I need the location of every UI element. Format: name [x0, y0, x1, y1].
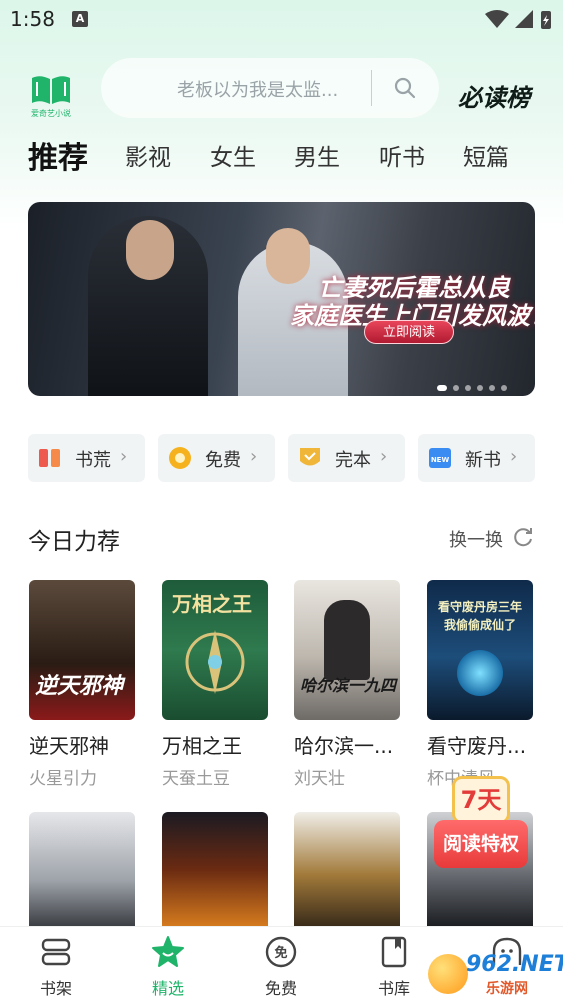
complete-shield-icon [298, 446, 322, 470]
book-author: 火星引力 [29, 769, 97, 789]
nav-label: 精选 [151, 979, 184, 998]
category-tabs: 推荐 影视 女生 男生 听书 短篇 [0, 130, 563, 177]
banner-figure-man-head [126, 220, 174, 280]
chevron-right-icon: › [120, 446, 128, 467]
nav-featured[interactable]: 精选 [118, 927, 218, 1002]
category-label: 新书 [465, 450, 501, 471]
tab-audiobook[interactable]: 听书 [379, 138, 425, 172]
search-icon[interactable] [393, 76, 417, 104]
wifi-icon [485, 10, 509, 28]
svg-text:NEW: NEW [431, 456, 450, 464]
refresh-icon[interactable] [512, 526, 534, 552]
book-cover[interactable] [294, 812, 400, 926]
promo-days: 7天 [452, 776, 510, 824]
cover-emblem-icon [185, 630, 245, 694]
featured-star-icon [151, 935, 185, 969]
chevron-right-icon: › [250, 446, 258, 467]
watermark-text: 962.NET [466, 952, 563, 977]
cover-title: 哈尔滨一九四 [300, 676, 397, 695]
free-badge-icon: 免 [264, 935, 298, 969]
nav-bookshelf[interactable]: 书架 [6, 927, 106, 1002]
cover-title: 逆天邪神 [35, 674, 124, 699]
book-cover[interactable]: 哈尔滨一九四 [294, 580, 400, 720]
refresh-button[interactable]: 换一换 [449, 526, 503, 552]
category-book-shortage[interactable]: 书荒 › [28, 434, 145, 482]
watermark-logo-icon [428, 954, 468, 994]
tab-recommend[interactable]: 推荐 [28, 133, 88, 177]
promo-label: 阅读特权 [434, 820, 528, 868]
bookshelf-icon [39, 935, 73, 969]
category-label: 完本 [335, 450, 371, 471]
book-title[interactable]: 哈尔滨一... [294, 730, 424, 759]
section-title: 今日力荐 [28, 529, 120, 555]
book-author: 刘天壮 [294, 769, 345, 789]
book-title[interactable]: 看守废丹... [427, 730, 557, 759]
nav-label: 书架 [39, 979, 72, 998]
search-placeholder[interactable]: 老板以为我是太监... [177, 76, 338, 102]
category-complete[interactable]: 完本 › [288, 434, 405, 482]
carousel-dot[interactable] [453, 385, 459, 391]
nav-label: 免费 [264, 979, 297, 998]
search-bar[interactable]: 老板以为我是太监... [101, 58, 439, 118]
carousel-dots[interactable] [431, 376, 507, 391]
battery-icon [541, 11, 551, 29]
carousel-dot[interactable] [465, 385, 471, 391]
coin-icon [168, 446, 192, 470]
reading-privilege-promo[interactable]: 7天 阅读特权 [434, 776, 528, 872]
app-logo[interactable]: 爱奇艺小说 [26, 72, 76, 122]
book-title[interactable]: 万相之王 [162, 730, 292, 759]
carousel-dot[interactable] [489, 385, 495, 391]
chevron-right-icon: › [510, 446, 518, 467]
open-book-icon [32, 76, 70, 104]
chevron-right-icon: › [380, 446, 388, 467]
cover-figure [324, 600, 370, 680]
book-cover[interactable] [162, 812, 268, 926]
book-cover[interactable]: 逆天邪神 [29, 580, 135, 720]
book-cover[interactable]: 看守废丹房三年 我偷偷成仙了 [427, 580, 533, 720]
signal-icon [515, 10, 533, 28]
carousel-dot[interactable] [501, 385, 507, 391]
watermark-subtext: 乐游网 [486, 981, 528, 997]
book-cover[interactable] [29, 812, 135, 926]
nav-free[interactable]: 免 免费 [231, 927, 331, 1002]
category-label: 免费 [205, 450, 241, 471]
svg-text:免: 免 [274, 945, 287, 961]
site-watermark: 962.NET 乐游网 [426, 950, 563, 998]
new-book-icon: NEW [428, 446, 452, 470]
book-author: 天蚕土豆 [162, 769, 230, 789]
tab-film[interactable]: 影视 [125, 138, 171, 172]
banner-read-button[interactable]: 立即阅读 [364, 320, 454, 344]
cover-glow [457, 650, 503, 696]
library-icon [377, 935, 411, 969]
book-shortage-icon [38, 446, 62, 470]
promo-banner[interactable]: 亡妻死后霍总从良 家庭医生上门引发风波！ 立即阅读 [28, 202, 535, 396]
book-title[interactable]: 逆天邪神 [29, 730, 159, 759]
banner-figure-doctor-head [266, 228, 310, 284]
status-time: 1:58 [10, 7, 55, 31]
tab-short[interactable]: 短篇 [463, 138, 509, 172]
book-cover[interactable]: 万相之王 [162, 580, 268, 720]
carousel-dot[interactable] [477, 385, 483, 391]
notification-icon: A [72, 11, 88, 27]
category-label: 书荒 [75, 450, 111, 471]
search-divider [371, 70, 372, 106]
must-read-ranking-link[interactable]: 必读榜 [458, 78, 530, 113]
tab-female[interactable]: 女生 [210, 138, 256, 172]
category-shortcuts: 书荒 › 免费 › 完本 › NEW 新书 › [28, 434, 563, 482]
status-bar: 1:58 A [0, 0, 563, 40]
category-new-book[interactable]: NEW 新书 › [418, 434, 535, 482]
tab-male[interactable]: 男生 [294, 138, 340, 172]
status-indicators [483, 8, 553, 36]
carousel-dot[interactable] [437, 385, 447, 391]
cover-title: 看守废丹房三年 我偷偷成仙了 [437, 600, 522, 632]
logo-name: 爱奇艺小说 [31, 109, 71, 118]
category-free[interactable]: 免费 › [158, 434, 275, 482]
